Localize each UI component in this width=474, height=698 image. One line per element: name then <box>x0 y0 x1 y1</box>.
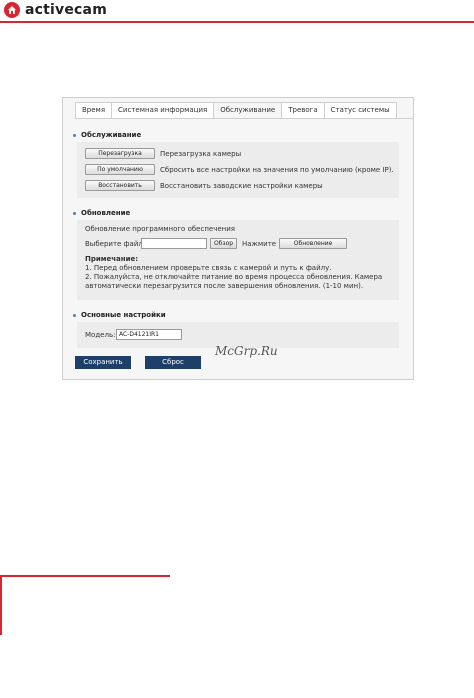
save-button[interactable]: Сохранить <box>75 356 131 369</box>
footer-red-rule <box>0 575 170 577</box>
maintenance-section-title: Обслуживание <box>73 131 141 139</box>
bullet-icon <box>73 133 76 137</box>
footer-red-bar <box>0 575 2 635</box>
model-field[interactable]: AC-D4121IR1 <box>116 329 182 340</box>
maintenance-title: Обслуживание <box>81 131 142 139</box>
restore-description: Восстановить заводские настройки камеры <box>160 181 323 190</box>
tab-system-info[interactable]: Системная информация <box>111 102 215 118</box>
update-title: Обновление <box>81 209 131 217</box>
bullet-icon <box>73 211 76 215</box>
reboot-button[interactable]: Перезагрузка <box>85 148 155 159</box>
note-line-1: 1. Перед обновлением проверьте связь с к… <box>85 264 332 272</box>
default-description: Сбросить все настройки на значения по ум… <box>160 165 394 174</box>
reboot-description: Перезагрузка камеры <box>160 149 242 158</box>
tab-time[interactable]: Время <box>75 102 113 118</box>
tab-alarm[interactable]: Тревога <box>281 102 325 118</box>
tab-underline <box>75 118 413 119</box>
tab-bar: Время Системная информация Обслуживание … <box>75 102 397 118</box>
watermark: McGrp.Ru <box>215 344 278 358</box>
brand: activecam <box>4 1 107 19</box>
settings-panel: Время Системная информация Обслуживание … <box>62 97 414 380</box>
update-section-title: Обновление <box>73 209 130 217</box>
model-label: Модель: <box>85 330 116 339</box>
basic-section-title: Основные настройки <box>73 311 166 319</box>
brand-name: activecam <box>25 2 107 18</box>
update-button[interactable]: Обновление <box>279 238 348 249</box>
note-line-2: 2. Пожалуйста, не отключайте питание во … <box>85 273 383 281</box>
maintenance-box: Перезагрузка Перезагрузка камеры По умол… <box>77 142 399 198</box>
update-box: Обновление программного обеспечения Выбе… <box>77 220 399 300</box>
tab-system-status[interactable]: Статус системы <box>323 102 397 118</box>
header-divider <box>0 21 474 23</box>
reset-button[interactable]: Сброс <box>145 356 201 369</box>
update-subtitle: Обновление программного обеспечения <box>85 225 235 233</box>
basic-title: Основные настройки <box>81 311 166 319</box>
note-line-3: автоматически перезагрузится после завер… <box>85 282 364 290</box>
note-title: Примечание: <box>85 255 139 263</box>
bullet-icon <box>73 313 76 317</box>
activecam-logo-icon <box>4 2 20 18</box>
press-label: Нажмите <box>242 239 277 248</box>
tab-maintenance[interactable]: Обслуживание <box>213 102 283 118</box>
file-label: Выберите файл: <box>85 239 146 248</box>
update-note: Примечание: 1. Перед обновлением проверь… <box>85 255 382 291</box>
default-button[interactable]: По умолчанию <box>85 164 155 175</box>
file-path-field[interactable] <box>141 238 207 249</box>
browse-button[interactable]: Обзор <box>210 238 237 249</box>
restore-button[interactable]: Восстановить <box>85 180 155 191</box>
